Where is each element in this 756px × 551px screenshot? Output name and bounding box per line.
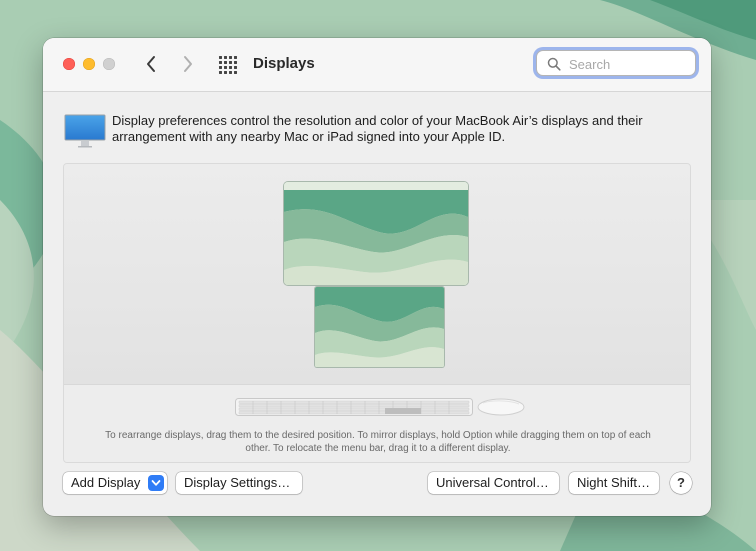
display-preferences-icon [64,114,106,148]
universal-control-button[interactable]: Universal Control… [428,472,559,494]
show-all-button[interactable] [218,55,238,75]
help-button[interactable]: ? [670,472,692,494]
magic-keyboard-icon [235,398,473,416]
arrangement-hint-text: To rearrange displays, drag them to the … [105,430,651,454]
search-icon [547,57,561,71]
window-title: Displays [253,55,315,72]
search-input[interactable] [567,53,691,75]
minimize-window-button[interactable] [83,58,95,70]
chevron-right-icon [184,56,192,72]
description-text: Display preferences control the resoluti… [112,113,643,144]
title-bar: Displays [43,38,711,92]
chevron-left-icon [147,56,155,72]
add-display-label: Add Display [71,475,141,490]
chevron-down-icon [148,475,164,491]
add-display-popup-button[interactable]: Add Display [63,472,167,494]
display-settings-button[interactable]: Display Settings… [176,472,302,494]
zoom-window-button[interactable] [103,58,115,70]
secondary-display-thumbnail[interactable] [315,287,444,367]
displays-window: Displays Display preferences control the… [43,38,711,516]
close-window-button[interactable] [63,58,75,70]
night-shift-button[interactable]: Night Shift… [569,472,659,494]
search-field[interactable] [536,50,696,76]
back-button[interactable] [139,52,163,76]
magic-mouse-icon [477,398,525,416]
display-arrangement-area[interactable]: To rearrange displays, drag them to the … [63,163,691,463]
forward-button[interactable] [176,52,200,76]
grid-icon [219,56,237,74]
main-display-thumbnail[interactable] [284,182,468,285]
